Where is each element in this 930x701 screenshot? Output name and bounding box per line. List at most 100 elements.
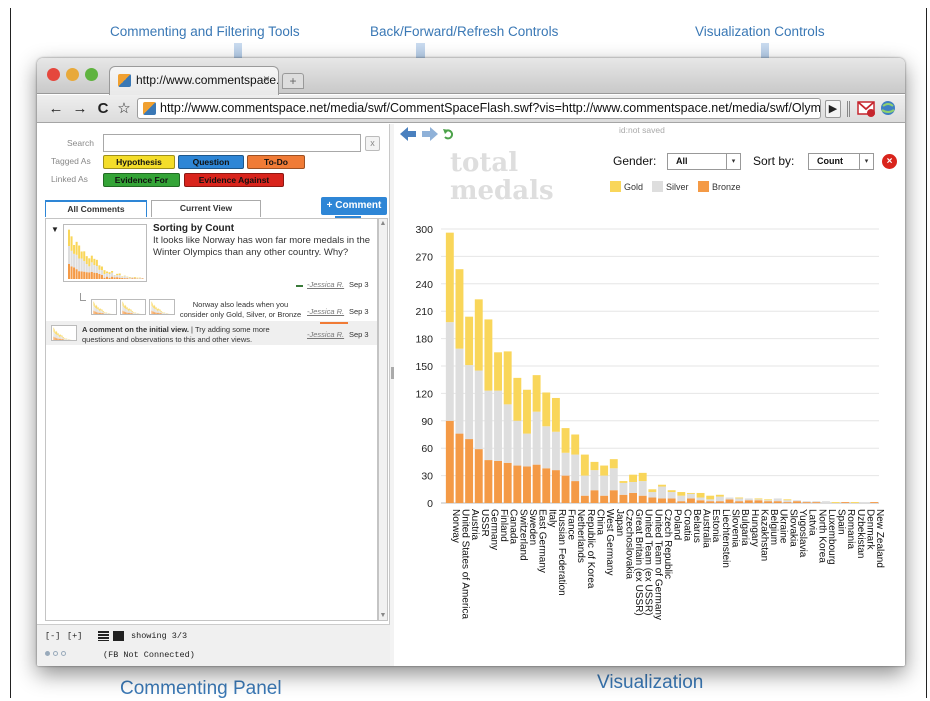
comment-thumbnail[interactable] bbox=[63, 224, 147, 282]
thumbnail-bar bbox=[155, 309, 156, 313]
maximize-window-icon[interactable] bbox=[85, 68, 98, 81]
link-evidence-against-button[interactable]: Evidence Against bbox=[184, 173, 284, 187]
bar-bronze bbox=[793, 501, 801, 503]
thumbnail-bar bbox=[95, 304, 97, 309]
comment-3-text: A comment on the initial view. | Try add… bbox=[82, 325, 302, 345]
bar-gold bbox=[465, 316, 474, 366]
thumbnail-bar bbox=[111, 276, 114, 279]
bar-silver bbox=[764, 500, 773, 502]
thumbnail-bar bbox=[75, 254, 78, 270]
thumbnail-bar bbox=[83, 261, 86, 272]
thumbnail-bar bbox=[108, 277, 111, 279]
scroll-down-icon[interactable]: ▼ bbox=[379, 612, 387, 619]
thumbnail-bar bbox=[113, 277, 116, 279]
thumbnail-bar bbox=[152, 307, 153, 312]
close-window-icon[interactable] bbox=[47, 68, 60, 81]
thumbnail-bar bbox=[110, 313, 111, 314]
bar-gold bbox=[677, 492, 686, 496]
reply-thumbnail-bronze[interactable] bbox=[149, 299, 175, 315]
bar-silver bbox=[725, 497, 734, 500]
bar-gold bbox=[600, 465, 609, 476]
link-evidence-for-button[interactable]: Evidence For bbox=[103, 173, 180, 187]
comment-3-author[interactable]: -Jessica R. bbox=[307, 330, 344, 339]
bar-bronze bbox=[638, 495, 647, 503]
commenting-panel: Search x Tagged As Hypothesis Question T… bbox=[37, 124, 390, 666]
page-action-play-button[interactable]: ▶ bbox=[825, 100, 841, 118]
thumbnail-bar bbox=[127, 307, 128, 310]
reply-thumbnail-silver[interactable] bbox=[120, 299, 146, 315]
comment-list-scrollbar[interactable]: ▲ ▼ bbox=[378, 218, 388, 621]
page-dot-3[interactable] bbox=[61, 651, 66, 656]
browser-reload-button[interactable]: C bbox=[95, 99, 111, 119]
thumbnail-bar bbox=[127, 310, 129, 313]
page-content: Search x Tagged As Hypothesis Question T… bbox=[37, 124, 905, 666]
thumbnail-bar bbox=[97, 307, 98, 310]
bar-gold bbox=[609, 459, 618, 469]
search-input[interactable] bbox=[103, 134, 361, 152]
tab-current-view[interactable]: Current View bbox=[151, 200, 261, 217]
browser-forward-button[interactable]: → bbox=[71, 99, 89, 119]
url-bar[interactable]: http://www.commentspace.net/media/swf/Co… bbox=[137, 98, 821, 119]
thumbnail-bar bbox=[161, 312, 163, 314]
y-tick-label: 240 bbox=[415, 279, 433, 291]
bar-gold bbox=[455, 269, 464, 349]
reply-author[interactable]: -Jessica R. bbox=[307, 307, 344, 316]
bar-silver bbox=[735, 498, 744, 502]
tab-close-icon[interactable]: × bbox=[263, 72, 270, 86]
expand-all-button[interactable]: [+] bbox=[67, 631, 82, 641]
panel-splitter[interactable] bbox=[390, 124, 394, 666]
thumbnail-bar bbox=[73, 267, 76, 279]
bar-silver bbox=[542, 426, 551, 469]
thumbnail-bar bbox=[70, 266, 73, 279]
x-tick-label: Norway bbox=[450, 509, 461, 543]
thumbnail-bar bbox=[158, 310, 160, 313]
thumbnail-bar bbox=[57, 335, 58, 339]
collapse-thread-icon[interactable]: ▼ bbox=[51, 225, 59, 234]
thumbnail-bar bbox=[160, 313, 162, 314]
toolbar-divider bbox=[847, 101, 848, 117]
reply-thumbnail-gold[interactable] bbox=[91, 299, 117, 315]
comment-thumbnail-initial[interactable] bbox=[51, 325, 77, 341]
compact-view-icon[interactable] bbox=[113, 631, 124, 641]
list-view-icon[interactable] bbox=[98, 631, 109, 641]
callout-commenting-panel: Commenting Panel bbox=[120, 678, 282, 699]
thumbnail-bar bbox=[100, 266, 103, 271]
thumbnail-bar bbox=[103, 312, 105, 314]
scroll-up-icon[interactable]: ▲ bbox=[379, 220, 387, 227]
thumbnail-bar bbox=[133, 278, 136, 279]
tab-all-comments[interactable]: All Comments bbox=[45, 200, 147, 217]
bar-silver bbox=[465, 365, 474, 440]
minimize-window-icon[interactable] bbox=[66, 68, 79, 81]
gmail-extension-icon[interactable] bbox=[857, 99, 875, 117]
bar-gold bbox=[494, 352, 502, 391]
thumbnail-bar bbox=[131, 277, 134, 279]
thumbnail-bar bbox=[127, 312, 129, 314]
bar-bronze bbox=[629, 492, 638, 503]
thumbnail-bar bbox=[85, 272, 88, 279]
thumbnail-bar bbox=[124, 311, 125, 314]
thumbnail-bar bbox=[137, 313, 139, 314]
toolbar-divider bbox=[849, 101, 850, 117]
page-dot-1[interactable] bbox=[45, 651, 50, 656]
splitter-grip-icon[interactable] bbox=[391, 367, 394, 379]
thumbnail-bar bbox=[129, 310, 131, 313]
globe-extension-icon[interactable] bbox=[880, 100, 896, 116]
new-tab-button[interactable]: + bbox=[282, 73, 304, 89]
bar-bronze bbox=[696, 500, 705, 503]
tag-question-button[interactable]: Question bbox=[178, 155, 244, 169]
bookmark-star-icon[interactable]: ☆ bbox=[115, 99, 133, 119]
y-tick-label: 210 bbox=[415, 306, 433, 318]
comment-author[interactable]: -Jessica R. bbox=[307, 280, 344, 289]
tag-hypothesis-button[interactable]: Hypothesis bbox=[103, 155, 175, 169]
page-dot-2[interactable] bbox=[53, 651, 58, 656]
browser-back-button[interactable]: ← bbox=[47, 99, 65, 119]
browser-tab[interactable]: http://www.commentspace. × bbox=[109, 66, 279, 95]
tag-todo-button[interactable]: To-Do bbox=[247, 155, 305, 169]
add-comment-button[interactable]: + Comment bbox=[321, 197, 387, 215]
thumbnail-bar bbox=[61, 338, 62, 340]
bar-bronze bbox=[686, 498, 695, 503]
search-clear-button[interactable]: x bbox=[365, 136, 380, 151]
collapse-all-button[interactable]: [-] bbox=[45, 631, 60, 641]
bar-bronze bbox=[783, 502, 792, 503]
bar-silver bbox=[551, 431, 560, 471]
